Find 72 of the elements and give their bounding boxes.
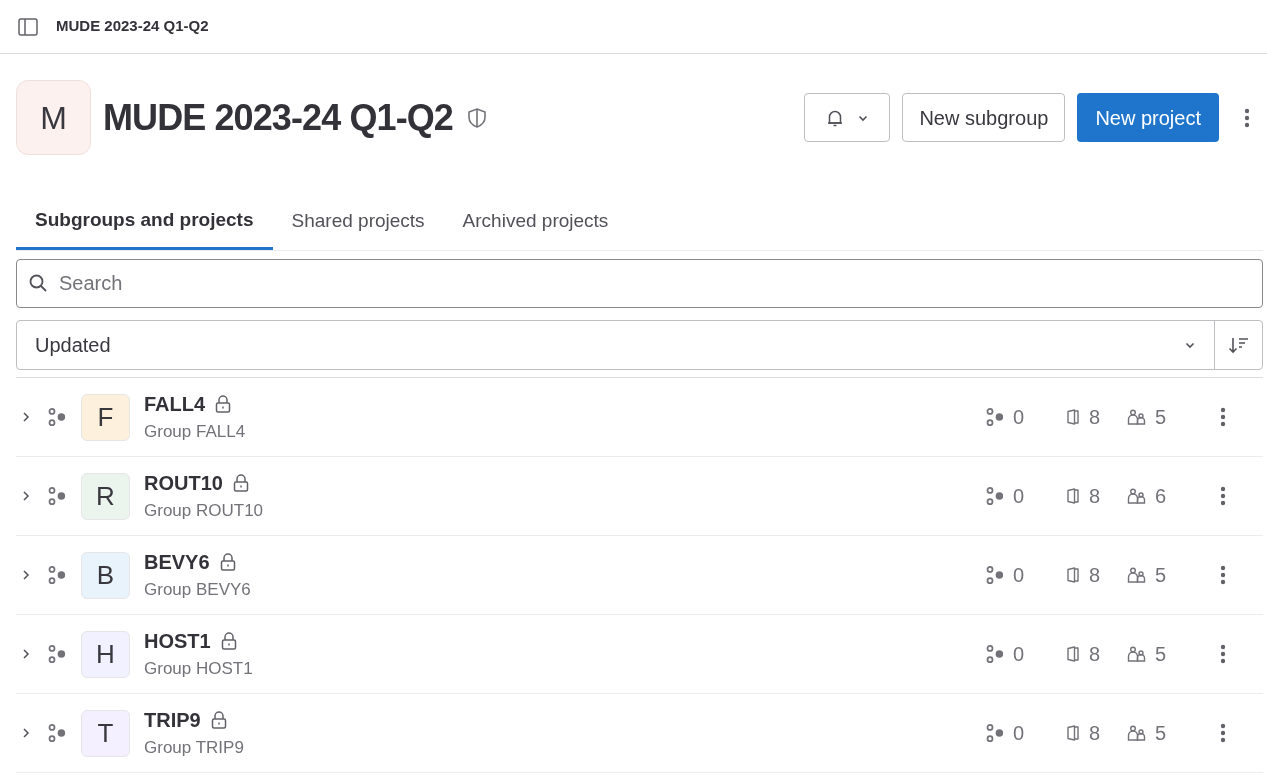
kebab-icon xyxy=(1244,107,1250,128)
member-count: 5 xyxy=(1155,721,1167,746)
users-icon xyxy=(1127,488,1147,504)
group-title: MUDE 2023-24 Q1-Q2 xyxy=(103,95,453,140)
project-count: 8 xyxy=(1089,484,1101,509)
subgroup-name[interactable]: TRIP9 xyxy=(144,705,201,736)
tab[interactable]: Subgroups and projects xyxy=(16,193,273,250)
expand-chevron-icon[interactable] xyxy=(22,569,30,581)
subgroup-description: Group ROUT10 xyxy=(144,500,264,523)
subgroup-name[interactable]: HOST1 xyxy=(144,626,211,657)
kebab-icon xyxy=(1220,723,1226,743)
project-count: 8 xyxy=(1089,721,1101,746)
expand-chevron-icon[interactable] xyxy=(22,411,30,423)
tab[interactable]: Shared projects xyxy=(272,193,444,250)
subgroup-icon xyxy=(985,565,1005,585)
project-count: 8 xyxy=(1089,405,1101,430)
subgroup-avatar: F xyxy=(81,393,130,441)
tab[interactable]: Archived projects xyxy=(443,193,628,250)
subgroup-count: 0 xyxy=(1013,642,1025,667)
subgroup-icon xyxy=(985,407,1005,427)
subgroup-description: Group FALL4 xyxy=(144,421,246,444)
subgroup-icon xyxy=(985,723,1005,743)
subgroup-name[interactable]: ROUT10 xyxy=(144,468,223,499)
project-count: 8 xyxy=(1089,563,1101,588)
expand-chevron-icon[interactable] xyxy=(22,490,30,502)
subgroup-count: 0 xyxy=(1013,563,1025,588)
member-count: 6 xyxy=(1155,484,1167,509)
subgroup-name[interactable]: FALL4 xyxy=(144,389,206,420)
users-icon xyxy=(1127,725,1147,741)
subgroup-description: Group BEVY6 xyxy=(144,579,251,602)
expand-chevron-icon[interactable] xyxy=(22,727,30,739)
group-avatar: M xyxy=(16,80,91,155)
book-icon xyxy=(1065,567,1081,583)
search-field[interactable]: Search xyxy=(16,259,1263,308)
book-icon xyxy=(1065,488,1081,504)
users-icon xyxy=(1127,409,1147,425)
expand-chevron-icon[interactable] xyxy=(22,648,30,660)
subgroup-name[interactable]: BEVY6 xyxy=(144,547,210,578)
breadcrumb[interactable]: MUDE 2023-24 Q1-Q2 xyxy=(56,15,209,38)
subgroup-icon xyxy=(47,407,67,427)
new-subgroup-button[interactable]: New subgroup xyxy=(902,93,1066,142)
kebab-icon xyxy=(1220,565,1226,585)
new-project-button[interactable]: New project xyxy=(1077,93,1219,142)
subgroup-count: 0 xyxy=(1013,405,1025,430)
subgroup-icon xyxy=(47,644,67,664)
subgroup-avatar: R xyxy=(81,472,130,520)
member-count: 5 xyxy=(1155,405,1167,430)
book-icon xyxy=(1065,725,1081,741)
subgroup-icon xyxy=(47,723,67,743)
subgroup-icon xyxy=(985,644,1005,664)
subgroup-icon xyxy=(985,486,1005,506)
kebab-icon xyxy=(1220,486,1226,506)
book-icon xyxy=(1065,409,1081,425)
member-count: 5 xyxy=(1155,642,1167,667)
book-icon xyxy=(1065,646,1081,662)
subgroup-description: Group TRIP9 xyxy=(144,737,244,760)
subgroup-icon xyxy=(47,565,67,585)
users-icon xyxy=(1127,567,1147,583)
subgroup-avatar: H xyxy=(81,630,130,678)
member-count: 5 xyxy=(1155,563,1167,588)
subgroup-avatar: B xyxy=(81,551,130,599)
project-count: 8 xyxy=(1089,642,1101,667)
subgroup-icon xyxy=(47,486,67,506)
kebab-icon xyxy=(1220,644,1226,664)
subgroup-description: Group HOST1 xyxy=(144,658,253,681)
search-icon xyxy=(28,273,48,293)
users-icon xyxy=(1127,646,1147,662)
subgroup-avatar: T xyxy=(81,709,130,757)
kebab-icon xyxy=(1220,407,1226,427)
subgroup-count: 0 xyxy=(1013,721,1025,746)
subgroup-count: 0 xyxy=(1013,484,1025,509)
sort-icon xyxy=(1226,335,1251,355)
